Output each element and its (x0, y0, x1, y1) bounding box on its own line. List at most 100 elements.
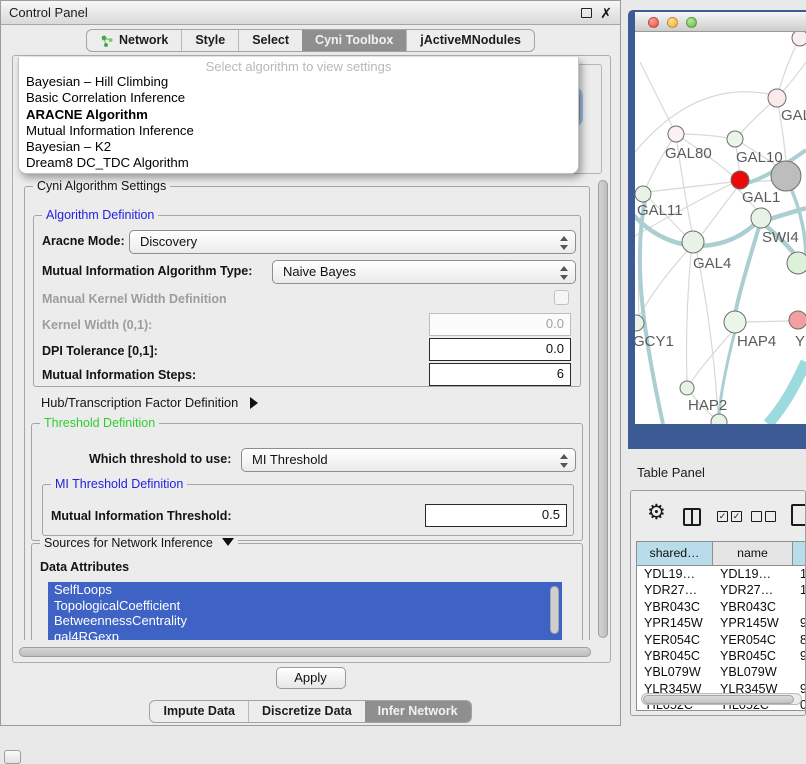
tab-cyni-toolbox[interactable]: Cyni Toolbox (302, 30, 406, 51)
network-edge[interactable] (687, 253, 692, 381)
list-scrollbar[interactable] (550, 586, 559, 634)
mi-threshold-field[interactable]: 0.5 (425, 504, 567, 527)
network-edge[interactable] (777, 38, 800, 98)
table-cell[interactable] (793, 599, 806, 615)
network-node-hap2[interactable] (680, 381, 694, 395)
table-cell[interactable]: YDR27… (713, 582, 793, 598)
tab-select[interactable]: Select (238, 30, 302, 51)
mi-algorithm-type-select[interactable]: Naive Bayes (272, 260, 576, 284)
table-cell[interactable]: YBR043C (713, 599, 793, 615)
table-cell[interactable]: YER054C (713, 632, 793, 648)
table-cell[interactable]: 9. (793, 648, 806, 664)
unselect-all-checkbox-icon[interactable] (751, 511, 762, 522)
new-table-icon[interactable] (791, 504, 806, 526)
network-node[interactable] (787, 252, 806, 274)
column-header-partial[interactable] (793, 542, 806, 565)
network-node[interactable] (771, 161, 801, 191)
table-horizontal-scrollbar[interactable] (641, 693, 802, 705)
network-edge[interactable] (768, 362, 806, 424)
dropdown-item[interactable]: Mutual Information Inference (19, 123, 578, 139)
table-row[interactable]: YDR27…YDR27…12 (637, 582, 806, 598)
tab-impute-data[interactable]: Impute Data (150, 701, 248, 722)
table-row[interactable]: YPR145WYPR145W9. (637, 615, 806, 631)
table-cell[interactable]: 12 (793, 582, 806, 598)
manual-kernel-checkbox[interactable] (554, 290, 569, 305)
dropdown-item[interactable]: Dream8 DC_TDC Algorithm (19, 155, 578, 171)
list-item[interactable]: BetweennessCentrality (48, 613, 562, 629)
gear-icon[interactable]: ⚙ (647, 500, 666, 525)
select-all-checkbox-icon[interactable]: ✓ (731, 511, 742, 522)
table-row[interactable]: YBR045CYBR045C9. (637, 648, 806, 664)
table-cell[interactable]: YBR045C (713, 648, 793, 664)
network-node-y[interactable] (789, 311, 806, 329)
network-node[interactable] (792, 32, 806, 46)
dropdown-item[interactable]: Bayesian – K2 (19, 139, 578, 155)
column-header-shared-name[interactable]: shared… (637, 542, 713, 565)
show-columns-icon[interactable] (683, 508, 701, 526)
apply-button[interactable]: Apply (276, 667, 346, 689)
select-all-checkbox-icon[interactable]: ✓ (717, 511, 728, 522)
dpi-tolerance-field[interactable]: 0.0 (429, 338, 571, 361)
table-row[interactable]: YBR043CYBR043C (637, 599, 806, 615)
tab-style[interactable]: Style (181, 30, 238, 51)
aracne-mode-select[interactable]: Discovery (129, 230, 576, 254)
network-edge[interactable] (635, 92, 769, 152)
table-cell[interactable]: 9. (793, 615, 806, 631)
network-edge[interactable] (638, 251, 687, 318)
table-cell[interactable]: YPR145W (637, 615, 713, 631)
which-threshold-select[interactable]: MI Threshold (241, 448, 576, 472)
network-edge[interactable] (697, 253, 718, 415)
network-node-gal[interactable] (768, 89, 786, 107)
dropdown-item-selected[interactable]: ARACNE Algorithm (19, 107, 578, 123)
list-item[interactable]: TopologicalCoefficient (48, 598, 562, 614)
network-edge[interactable] (640, 62, 676, 134)
minimize-traffic-light[interactable] (667, 17, 678, 28)
table-cell[interactable]: YBL079W (713, 664, 793, 680)
network-edge[interactable] (746, 321, 789, 322)
tab-discretize-data[interactable]: Discretize Data (248, 701, 365, 722)
zoom-traffic-light[interactable] (686, 17, 697, 28)
table-cell[interactable]: YBL079W (637, 664, 713, 680)
column-header-name[interactable]: name (713, 542, 793, 565)
table-cell[interactable]: YDL19… (713, 566, 793, 582)
table-cell[interactable] (793, 664, 806, 680)
table-cell[interactable]: YDL19… (637, 566, 713, 582)
tab-jactivemnodules[interactable]: jActiveMNodules (406, 30, 534, 51)
network-edge[interactable] (735, 227, 759, 314)
network-node-gal4[interactable] (682, 231, 704, 253)
network-node-swi4[interactable] (751, 208, 771, 228)
network-node-gal80[interactable] (668, 126, 684, 142)
table-cell[interactable]: YER054C (637, 632, 713, 648)
unselect-all-checkbox-icon[interactable] (765, 511, 776, 522)
network-node-hap4[interactable] (724, 311, 746, 333)
float-icon[interactable] (581, 8, 592, 18)
network-node[interactable] (711, 414, 727, 424)
table-cell[interactable]: YPR145W (713, 615, 793, 631)
settings-horizontal-scrollbar[interactable] (18, 646, 594, 658)
sources-title[interactable]: Sources for Network Inference (40, 536, 238, 550)
table-cell[interactable]: YDR27… (637, 582, 713, 598)
table-cell[interactable]: YBR043C (637, 599, 713, 615)
tab-network[interactable]: Network (87, 30, 181, 51)
table-row[interactable]: YBL079WYBL079W (637, 664, 806, 680)
list-item[interactable]: gal4RGexp (48, 629, 562, 640)
network-node-gal10[interactable] (727, 131, 743, 147)
settings-vertical-scrollbar[interactable] (597, 180, 609, 638)
network-node-gal1[interactable] (731, 171, 749, 189)
table-cell[interactable]: 13 (793, 566, 806, 582)
list-item[interactable]: SelfLoops (48, 582, 562, 598)
network-canvas[interactable]: GALGAL80GAL10GAL1GAL11SWI4GAL4GCY1HAP4YH… (635, 32, 806, 424)
tab-infer-network[interactable]: Infer Network (365, 701, 471, 722)
table-cell[interactable]: YBR045C (637, 648, 713, 664)
kernel-width-field[interactable]: 0.0 (429, 313, 571, 336)
close-icon[interactable]: ✗ (600, 1, 612, 25)
hub-factor-expander[interactable]: Hub/Transcription Factor Definition (41, 395, 258, 410)
table-row[interactable]: YER054CYER054C8. (637, 632, 806, 648)
table-cell[interactable]: 8. (793, 632, 806, 648)
dropdown-item[interactable]: Basic Correlation Inference (19, 90, 578, 106)
mi-steps-field[interactable]: 6 (429, 363, 571, 386)
table-row[interactable]: YDL19…YDL19…13 (637, 566, 806, 582)
network-edge[interactable] (644, 134, 676, 192)
dropdown-item[interactable]: Bayesian – Hill Climbing (19, 74, 578, 90)
close-traffic-light[interactable] (648, 17, 659, 28)
